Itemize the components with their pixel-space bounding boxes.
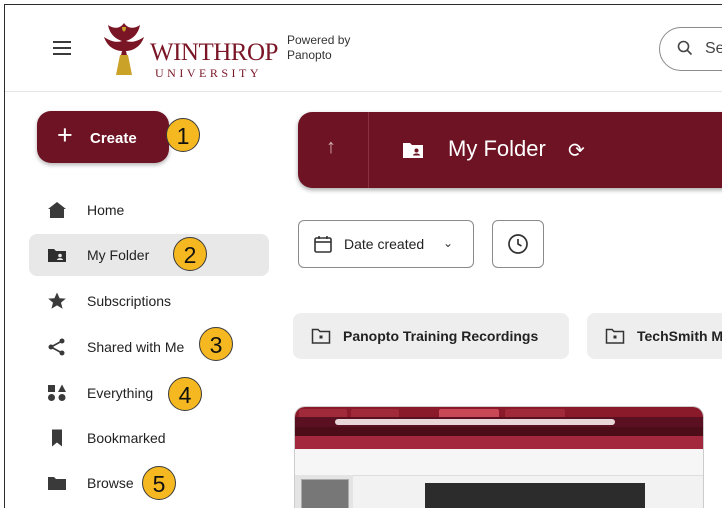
thumbnail-url xyxy=(335,419,615,425)
logo-wordmark: WINTHROP xyxy=(150,39,278,66)
sidebar-item-label: Home xyxy=(87,202,125,218)
share-icon xyxy=(48,338,65,356)
sort-direction-button[interactable] xyxy=(492,220,544,268)
thumbnail-slide xyxy=(301,479,349,508)
thumbnail-tab xyxy=(439,409,499,417)
folder-outline-icon xyxy=(605,328,625,344)
sidebar-item-subscriptions[interactable]: Subscriptions xyxy=(29,280,269,322)
bookmark-icon xyxy=(52,429,62,447)
sidebar-item-label: Shared with Me xyxy=(87,339,185,355)
thumbnail-tab xyxy=(505,409,565,417)
powered-by-text: Powered by Panopto xyxy=(287,33,350,63)
sort-date-created-button[interactable]: Date created ⌄ xyxy=(298,220,474,268)
folder-chip[interactable]: Panopto Training Recordings xyxy=(293,313,569,359)
sidebar-item-label: Everything xyxy=(87,385,154,401)
refresh-icon[interactable]: ⟳ xyxy=(568,138,585,163)
winthrop-logo[interactable]: WINTHROP UNIVERSITY xyxy=(100,19,278,80)
plus-icon: + xyxy=(57,120,73,150)
powered-by-line2: Panopto xyxy=(287,48,332,62)
search-input[interactable]: Se xyxy=(659,27,722,71)
thumbnail-tab xyxy=(351,409,399,417)
folder-user-icon xyxy=(403,143,423,158)
home-icon xyxy=(48,202,66,218)
chevron-down-icon: ⌄ xyxy=(443,236,454,250)
sidebar-item-bookmarked[interactable]: Bookmarked xyxy=(29,417,269,459)
folder-chip-label: Panopto Training Recordings xyxy=(343,328,539,344)
sidebar-item-everything[interactable]: Everything xyxy=(29,372,269,414)
calendar-icon xyxy=(314,236,332,253)
create-button[interactable]: + Create xyxy=(37,111,169,163)
callout-badge-2: 2 xyxy=(173,237,207,271)
sidebar-item-home[interactable]: Home xyxy=(29,189,269,231)
shapes-icon xyxy=(48,384,66,401)
hamburger-menu-icon[interactable] xyxy=(53,41,71,55)
folder-header: ↑ My Folder ⟳ xyxy=(298,112,722,188)
callout-badge-5: 5 xyxy=(142,466,176,500)
eagle-logo-icon xyxy=(104,23,144,75)
header-divider xyxy=(5,91,722,92)
folder-title: My Folder xyxy=(448,136,546,161)
thumbnail-ribbon xyxy=(295,449,703,476)
logo-subtitle: UNIVERSITY xyxy=(155,66,262,80)
folder-chip[interactable]: TechSmith M xyxy=(587,313,722,359)
session-thumbnail[interactable] xyxy=(295,407,703,508)
sidebar-item-label: Browse xyxy=(87,475,134,491)
clock-icon xyxy=(508,234,528,254)
sidebar-item-my-folder[interactable]: My Folder xyxy=(29,234,269,276)
thumbnail-bookmarks-bar xyxy=(295,427,703,436)
folder-outline-icon xyxy=(311,328,331,344)
search-placeholder: Se xyxy=(705,40,722,57)
thumbnail-main-slide xyxy=(425,483,645,508)
callout-badge-1: 1 xyxy=(166,118,200,152)
arrow-up-icon[interactable]: ↑ xyxy=(326,136,336,159)
search-icon xyxy=(677,40,693,56)
sidebar-item-shared-with-me[interactable]: Shared with Me xyxy=(29,326,269,368)
sidebar-item-label: Bookmarked xyxy=(87,430,166,446)
folder-header-divider xyxy=(368,112,369,188)
powered-by-line1: Powered by xyxy=(287,33,351,47)
top-header: WINTHROP UNIVERSITY Powered by Panopto S… xyxy=(5,5,722,91)
folder-chip-label: TechSmith M xyxy=(637,328,722,344)
star-icon xyxy=(48,292,66,309)
folder-icon xyxy=(48,477,66,490)
app-window: WINTHROP UNIVERSITY Powered by Panopto S… xyxy=(4,4,722,508)
thumbnail-tab xyxy=(299,409,347,417)
callout-badge-3: 3 xyxy=(199,327,233,361)
create-button-label: Create xyxy=(90,130,137,147)
thumbnail-app-bar xyxy=(295,436,703,449)
folder-user-icon xyxy=(48,249,66,262)
sidebar-item-label: Subscriptions xyxy=(87,293,172,309)
callout-badge-4: 4 xyxy=(168,377,202,411)
sort-label: Date created xyxy=(344,236,425,252)
thumbnail-browser-tabs xyxy=(295,407,703,417)
sidebar-item-label: My Folder xyxy=(87,247,150,263)
